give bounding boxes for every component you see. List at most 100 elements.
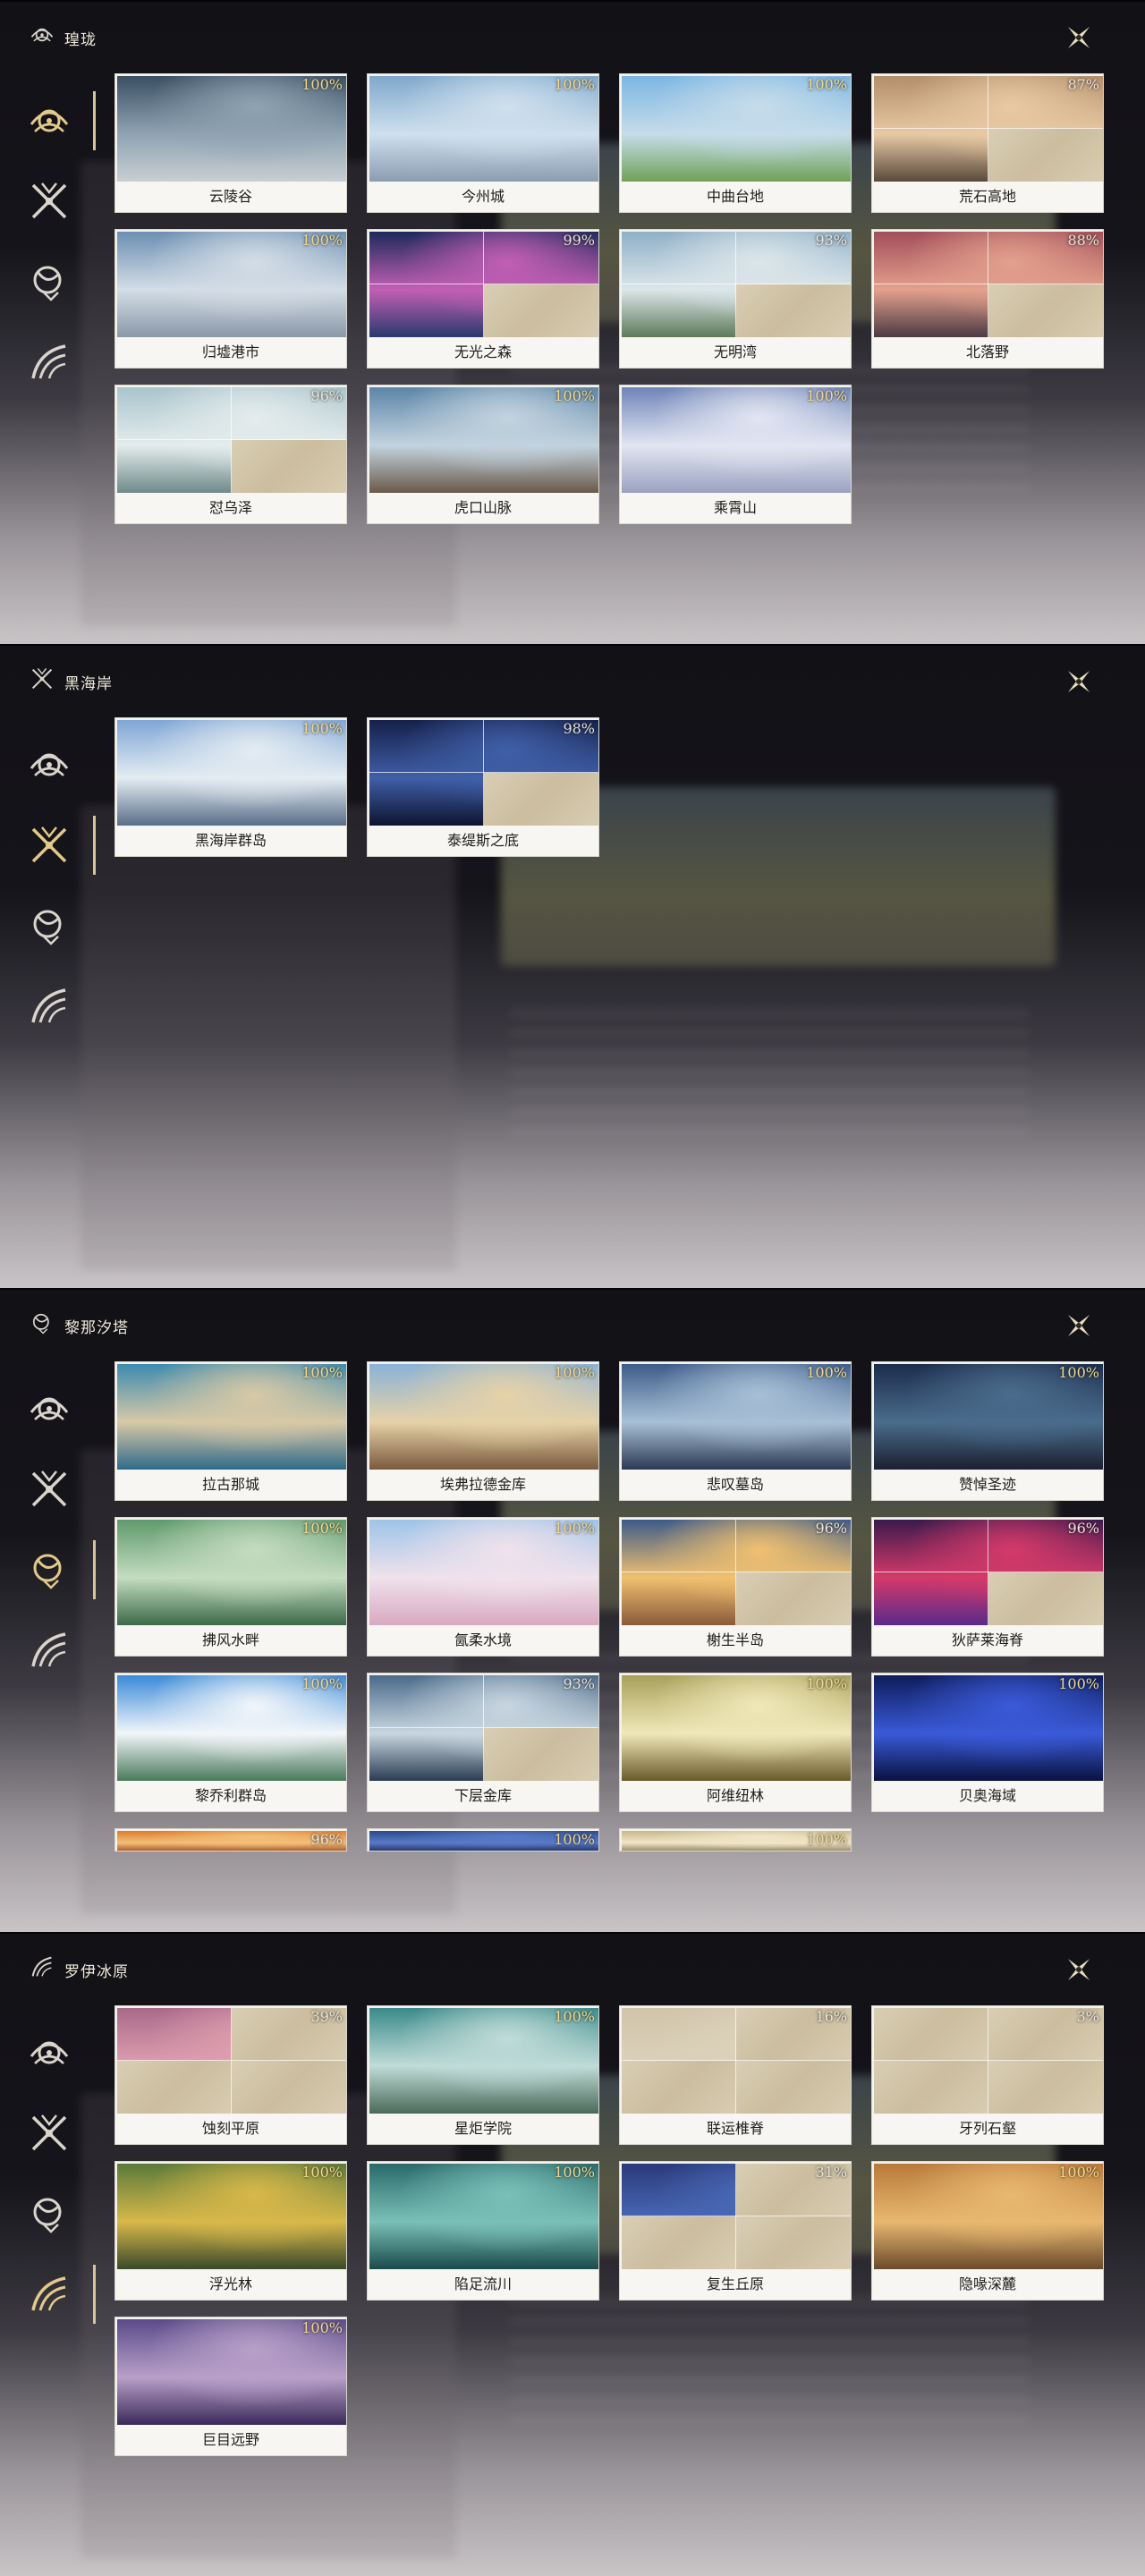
region-card[interactable]: 100% — [367, 1828, 599, 1852]
nav-item-3[interactable] — [0, 966, 98, 1046]
grid-line — [735, 232, 736, 337]
region-card[interactable]: 99% 无光之森 — [367, 229, 599, 369]
region-emblem-icon — [27, 665, 57, 692]
region-name: 北落野 — [872, 337, 1103, 368]
close-button[interactable] — [1061, 1308, 1097, 1343]
grid-line — [231, 2008, 232, 2114]
region-name: 乘霄山 — [620, 493, 851, 523]
side-navigation — [0, 724, 98, 1046]
region-card[interactable]: 88% 北落野 — [871, 229, 1104, 369]
nav-item-0[interactable] — [0, 80, 98, 161]
region-card[interactable]: 100% 星炬学院 — [367, 2005, 599, 2145]
close-button[interactable] — [1061, 1952, 1097, 1987]
region-card[interactable]: 100% 黑海岸群岛 — [114, 717, 347, 857]
region-card[interactable]: 100% 隐喙深麓 — [871, 2161, 1104, 2301]
region-card[interactable]: 3% 牙列石壑 — [871, 2005, 1104, 2145]
nav-item-1[interactable] — [0, 805, 98, 886]
completion-percent: 100% — [554, 2008, 595, 2025]
bird-wing-icon — [31, 344, 66, 379]
region-card[interactable]: 100% 乘霄山 — [619, 385, 852, 524]
region-name: 无明湾 — [620, 337, 851, 368]
completion-percent: 100% — [806, 1831, 847, 1848]
unexplored-area — [736, 2216, 851, 2269]
nav-item-2[interactable] — [0, 2174, 98, 2254]
region-card[interactable]: 100% 浮光林 — [114, 2161, 347, 2301]
region-card[interactable]: 96% 榭生半岛 — [619, 1517, 852, 1657]
region-panel: 黑海岸 100% 黑海岸群岛 98% 泰缇斯之底 — [0, 644, 1145, 1288]
region-card[interactable]: 16% 联运椎脊 — [619, 2005, 852, 2145]
region-name: 黎乔利群岛 — [115, 1781, 346, 1811]
completion-percent: 100% — [554, 2164, 595, 2181]
region-name: 榭生半岛 — [620, 1625, 851, 1656]
region-card[interactable]: 100% — [619, 1828, 852, 1852]
region-card[interactable]: 39% 蚀刻平原 — [114, 2005, 347, 2145]
region-card[interactable]: 96% — [114, 1828, 347, 1852]
region-card[interactable]: 98% 泰缇斯之底 — [367, 717, 599, 857]
nav-item-3[interactable] — [0, 2254, 98, 2334]
close-button[interactable] — [1061, 664, 1097, 699]
region-card[interactable]: 100% 阿维纽林 — [619, 1673, 852, 1812]
nav-item-3[interactable] — [0, 322, 98, 402]
completion-percent: 87% — [1067, 76, 1099, 93]
completion-percent: 100% — [806, 1675, 847, 1692]
region-card[interactable]: 100% 氤柔水境 — [367, 1517, 599, 1657]
region-card[interactable]: 100% 中曲台地 — [619, 73, 852, 213]
region-card[interactable]: 100% 埃弗拉德金库 — [367, 1361, 599, 1501]
region-name: 怼乌泽 — [115, 493, 346, 523]
region-card[interactable]: 100% 黎乔利群岛 — [114, 1673, 347, 1812]
region-card[interactable]: 100% 拂风水畔 — [114, 1517, 347, 1657]
region-card[interactable]: 100% 陷足流川 — [367, 2161, 599, 2301]
grid-line — [483, 1675, 484, 1781]
region-card[interactable]: 87% 荒石高地 — [871, 73, 1104, 213]
region-card[interactable]: 31% 复生丘原 — [619, 2161, 852, 2301]
completion-percent: 39% — [310, 2008, 343, 2025]
region-card[interactable]: 100% 云陵谷 — [114, 73, 347, 213]
unexplored-area — [874, 2008, 988, 2061]
side-navigation — [0, 80, 98, 402]
region-card[interactable]: 100% 赞悼圣迹 — [871, 1361, 1104, 1501]
region-card[interactable]: 100% 悲叹墓岛 — [619, 1361, 852, 1501]
completion-percent: 96% — [310, 387, 343, 404]
region-card[interactable]: 100% 巨目远野 — [114, 2317, 347, 2456]
unexplored-area — [484, 284, 598, 337]
active-indicator — [93, 2265, 96, 2324]
grid-line — [874, 2060, 1103, 2061]
region-name: 悲叹墓岛 — [620, 1470, 851, 1500]
region-card[interactable]: 100% 虎口山脉 — [367, 385, 599, 524]
region-name: 下层金库 — [368, 1781, 598, 1811]
region-name: 隐喙深麓 — [872, 2269, 1103, 2300]
region-name: 氤柔水境 — [368, 1625, 598, 1656]
close-button[interactable] — [1061, 20, 1097, 55]
nav-item-0[interactable] — [0, 724, 98, 805]
grid-line — [735, 2164, 736, 2269]
region-card[interactable]: 100% 今州城 — [367, 73, 599, 213]
region-card[interactable]: 96% 狄萨莱海脊 — [871, 1517, 1104, 1657]
nav-item-0[interactable] — [0, 1368, 98, 1449]
nav-item-1[interactable] — [0, 161, 98, 242]
region-card[interactable]: 96% 怼乌泽 — [114, 385, 347, 524]
nav-item-1[interactable] — [0, 1449, 98, 1530]
region-card[interactable]: 100% 贝奥海域 — [871, 1673, 1104, 1812]
region-card[interactable]: 100% 拉古那城 — [114, 1361, 347, 1501]
bird-wing-icon — [31, 1632, 66, 1667]
region-card[interactable]: 93% 无明湾 — [619, 229, 852, 369]
completion-percent: 100% — [1058, 2164, 1099, 2181]
nav-item-0[interactable] — [0, 2012, 98, 2093]
background-blur — [81, 805, 456, 1270]
nav-item-2[interactable] — [0, 1530, 98, 1610]
nav-item-1[interactable] — [0, 2093, 98, 2174]
nav-item-2[interactable] — [0, 242, 98, 322]
completion-percent: 99% — [563, 232, 595, 249]
grid-line — [735, 2008, 736, 2114]
nav-item-2[interactable] — [0, 886, 98, 966]
region-emblem-icon — [27, 1309, 57, 1336]
region-name: 今州城 — [368, 182, 598, 212]
region-name: 狄萨莱海脊 — [872, 1625, 1103, 1656]
nav-item-3[interactable] — [0, 1610, 98, 1690]
completion-percent: 100% — [301, 2164, 343, 2181]
region-card[interactable]: 100% 归墟港市 — [114, 229, 347, 369]
region-card[interactable]: 93% 下层金库 — [367, 1673, 599, 1812]
region-emblem-icon — [27, 21, 57, 48]
region-name: 埃弗拉德金库 — [368, 1470, 598, 1500]
region-panel: 黎那汐塔 100% 拉古那城 100% 埃弗拉德金库 100% 悲叹墓岛 100% 赞悼圣迹 10… — [0, 1288, 1145, 1932]
